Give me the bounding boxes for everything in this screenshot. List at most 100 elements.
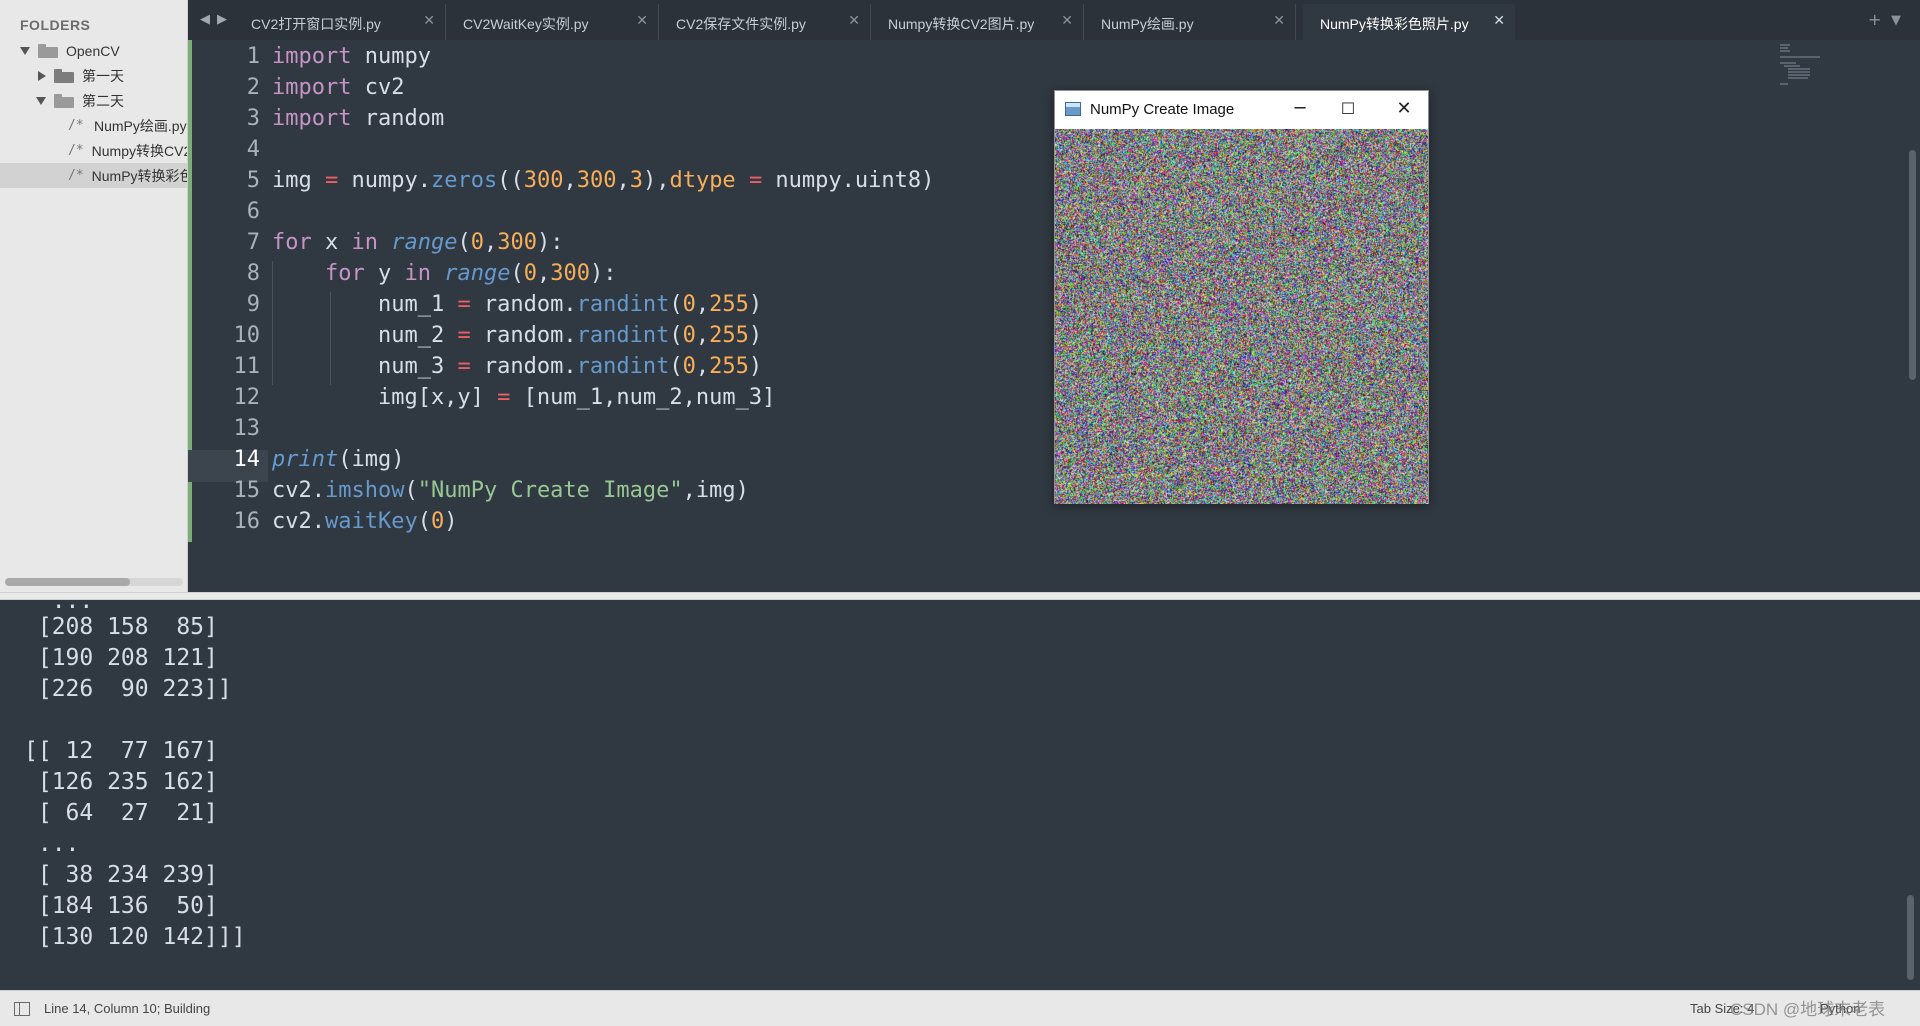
chevron-right-icon[interactable]	[38, 71, 46, 81]
window-app-icon	[1065, 102, 1081, 116]
sidebar-toggle-icon[interactable]	[14, 1002, 30, 1016]
sidebar-item-file[interactable]: /* NumPy绘画.py	[0, 113, 188, 138]
output-line: [184 136 50]	[24, 893, 218, 919]
output-line: [208 158 85]	[24, 614, 218, 640]
status-position: Line 14, Column 10; Building	[44, 1001, 210, 1016]
line-number: 7	[210, 230, 260, 255]
file-icon: /*	[68, 168, 84, 183]
output-line: [226 90 223]]	[24, 676, 232, 702]
tab-cv2-save-file[interactable]: CV2保存文件实例.py ✕	[659, 4, 871, 40]
code-line-14[interactable]: print(img)	[272, 447, 404, 472]
sidebar-item-day1[interactable]: 第一天	[0, 63, 188, 88]
tab-bar: ◀ ▶ CV2打开窗口实例.py ✕ CV2WaitKey实例.py ✕ CV2…	[188, 0, 1920, 40]
sidebar-item-label: 第二天	[82, 91, 124, 111]
code-line-15[interactable]: cv2.imshow("NumPy Create Image",img)	[272, 478, 749, 503]
sidebar-item-label: 第一天	[82, 66, 124, 86]
line-number: 13	[210, 416, 260, 441]
tab-numpy-draw[interactable]: NumPy绘画.py ✕	[1084, 4, 1296, 40]
code-line-5[interactable]: img = numpy.zeros((300,300,3),dtype = nu…	[272, 168, 934, 193]
opencv-image-window[interactable]: NumPy Create Image ─ ☐ ✕	[1054, 90, 1429, 504]
close-icon[interactable]: ✕	[848, 13, 860, 29]
sidebar-item-opencv[interactable]: OpenCV	[0, 38, 188, 63]
close-icon[interactable]: ✕	[636, 13, 648, 29]
output-line: [ 64 27 21]	[24, 800, 218, 826]
sublime-text-window: FOLDERS OpenCV 第一天 第二天 /* NumPy绘画.py /* …	[0, 0, 1920, 1026]
code-line-2[interactable]: import cv2	[272, 75, 404, 100]
tab-label: CV2WaitKey实例.py	[463, 14, 589, 34]
folder-open-icon	[38, 44, 58, 58]
sidebar-item-day2[interactable]: 第二天	[0, 88, 188, 113]
sidebar-item-label: NumPy转换彩色照片.py	[92, 166, 188, 186]
code-line-3[interactable]: import random	[272, 106, 444, 131]
tab-cv2-open-window[interactable]: CV2打开窗口实例.py ✕	[234, 4, 446, 40]
line-number: 3	[210, 106, 260, 131]
output-line: [190 208 121]	[24, 645, 218, 671]
chevron-down-icon[interactable]	[20, 47, 30, 55]
tab-next-icon[interactable]: ▶	[217, 12, 227, 27]
code-line-11[interactable]: num_3 = random.randint(0,255)	[272, 354, 762, 379]
folder-open-icon	[54, 94, 74, 108]
minimize-button[interactable]: ─	[1277, 95, 1323, 123]
tab-label: NumPy转换彩色照片.py	[1320, 14, 1469, 34]
csdn-watermark: CSDN @地球末老表	[1730, 995, 1885, 1020]
panel-splitter[interactable]	[0, 592, 1920, 600]
tab-cv2-waitkey[interactable]: CV2WaitKey实例.py ✕	[446, 4, 659, 40]
code-line-9[interactable]: num_1 = random.randint(0,255)	[272, 292, 762, 317]
output-line: ...	[24, 600, 93, 614]
close-window-button[interactable]: ✕	[1381, 95, 1427, 123]
sidebar-item-file[interactable]: /* Numpy转换CV2图片.py	[0, 138, 188, 163]
line-number: 6	[210, 199, 260, 224]
line-number: 5	[210, 168, 260, 193]
line-number: 15	[210, 478, 260, 503]
build-output-panel[interactable]: ... [208 158 85] [190 208 121] [226 90 2…	[0, 600, 1920, 990]
code-line-1[interactable]: import numpy	[272, 44, 431, 69]
line-number: 1	[210, 44, 260, 69]
file-icon: /*	[68, 143, 84, 158]
line-number: 9	[210, 292, 260, 317]
tab-numpy-to-cv2[interactable]: Numpy转换CV2图片.py ✕	[871, 4, 1084, 40]
line-number: 2	[210, 75, 260, 100]
sidebar-item-label: OpenCV	[66, 43, 120, 59]
editor-scrollbar-thumb[interactable]	[1909, 150, 1916, 380]
output-scrollbar-thumb[interactable]	[1907, 895, 1914, 980]
code-line-16[interactable]: cv2.waitKey(0)	[272, 509, 457, 534]
file-icon: /*	[68, 118, 86, 133]
status-bar: Line 14, Column 10; Building Tab Size: 4…	[0, 990, 1920, 1026]
line-number: 10	[210, 323, 260, 348]
line-number: 16	[210, 509, 260, 534]
close-icon[interactable]: ✕	[423, 13, 435, 29]
sidebar-item-label: Numpy转换CV2图片.py	[92, 141, 188, 161]
code-line-12[interactable]: img[x,y] = [num_1,num_2,num_3]	[272, 385, 775, 410]
tab-menu-icon[interactable]: ▼	[1891, 13, 1901, 28]
line-number: 12	[210, 385, 260, 410]
tab-prev-icon[interactable]: ◀	[200, 12, 210, 27]
maximize-button[interactable]: ☐	[1325, 95, 1371, 123]
window-title: NumPy Create Image	[1090, 101, 1234, 118]
close-icon[interactable]: ✕	[1493, 13, 1505, 29]
output-line: [[ 12 77 167]	[24, 738, 218, 764]
close-icon[interactable]: ✕	[1061, 13, 1073, 29]
close-icon[interactable]: ✕	[1273, 13, 1285, 29]
tab-label: NumPy绘画.py	[1101, 14, 1194, 34]
tab-label: CV2打开窗口实例.py	[251, 14, 381, 34]
code-line-8[interactable]: for y in range(0,300):	[272, 261, 616, 286]
code-line-10[interactable]: num_2 = random.randint(0,255)	[272, 323, 762, 348]
line-number: 11	[210, 354, 260, 379]
minimap[interactable]	[1780, 44, 1840, 84]
line-number: 4	[210, 137, 260, 162]
random-noise-image	[1055, 129, 1428, 504]
sidebar-item-file-selected[interactable]: /* NumPy转换彩色照片.py	[0, 163, 188, 188]
sidebar-scrollbar-thumb[interactable]	[5, 578, 130, 586]
folder-closed-icon	[54, 69, 74, 83]
sidebar-item-label: NumPy绘画.py	[94, 116, 187, 136]
output-line: [130 120 142]]]	[24, 924, 246, 950]
line-number: 8	[210, 261, 260, 286]
line-number-current: 14	[210, 447, 260, 472]
chevron-down-icon[interactable]	[36, 97, 46, 105]
tab-label: CV2保存文件实例.py	[676, 14, 806, 34]
new-tab-icon[interactable]: +	[1868, 10, 1881, 29]
output-line: [ 38 234 239]	[24, 862, 218, 888]
output-line: [126 235 162]	[24, 769, 218, 795]
code-line-7[interactable]: for x in range(0,300):	[272, 230, 563, 255]
tab-numpy-color-photo[interactable]: NumPy转换彩色照片.py ✕	[1303, 4, 1515, 40]
